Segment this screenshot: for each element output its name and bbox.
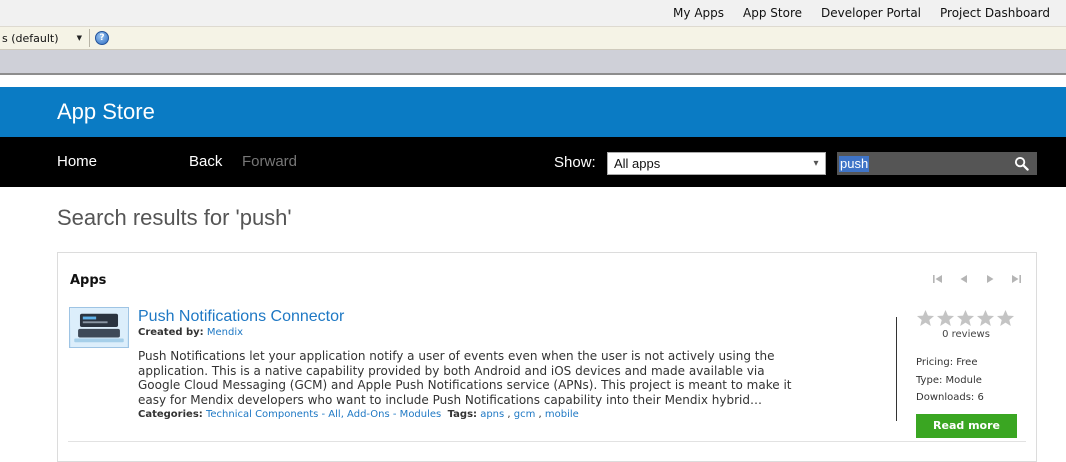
pager	[932, 273, 1022, 285]
chevron-down-icon: ▾	[813, 158, 819, 169]
apps-panel: Apps Push Notifications Connector Create…	[57, 252, 1037, 462]
created-by-label: Created by:	[138, 327, 204, 338]
downloads-value: 6	[977, 392, 984, 403]
app-side-info: 0 reviews Pricing: Free Type: Module Dow…	[916, 309, 1026, 438]
my-apps-link[interactable]: My Apps	[673, 6, 724, 20]
previous-page-icon[interactable]	[958, 273, 970, 285]
star-icon	[956, 309, 975, 327]
project-dashboard-link[interactable]: Project Dashboard	[940, 6, 1050, 20]
search-icon[interactable]	[1014, 156, 1029, 171]
rating-stars	[916, 309, 1026, 327]
star-icon	[976, 309, 995, 327]
app-description: Push Notifications let your application …	[138, 349, 792, 407]
theme-select-value: s (default)	[2, 31, 59, 45]
type-label: Type:	[916, 374, 943, 386]
categories-label: Categories:	[138, 409, 203, 420]
first-page-icon[interactable]	[932, 273, 944, 285]
browser-toolbar: s (default) ▼ ?	[0, 26, 1066, 50]
pricing-label: Pricing:	[916, 357, 954, 368]
downloads-row: Downloads: 6	[916, 389, 1026, 407]
dropdown-arrow-icon: ▼	[76, 34, 82, 42]
page-title: App Store	[57, 99, 155, 124]
top-links-bar: My Apps App Store Developer Portal Proje…	[0, 0, 1066, 26]
app-thumbnail-icon[interactable]	[69, 307, 129, 348]
pricing-value: Free	[956, 357, 978, 368]
type-value: Module	[945, 374, 982, 386]
vertical-divider	[896, 317, 897, 421]
app-store-header: App Store	[0, 87, 1066, 137]
read-more-button[interactable]: Read more	[916, 413, 1017, 438]
grey-band	[0, 50, 1066, 73]
categories-link[interactable]: Technical Components - All, Add-Ons - Mo…	[206, 409, 441, 420]
toolbar-separator	[89, 29, 90, 47]
back-link[interactable]: Back	[189, 153, 222, 170]
reviews-count: 0 reviews	[942, 329, 990, 340]
pricing-row: Pricing: Free	[916, 354, 1026, 372]
developer-portal-link[interactable]: Developer Portal	[821, 6, 921, 20]
search-value: push	[839, 155, 870, 172]
panel-title: Apps	[70, 273, 107, 288]
search-results-title: Search results for 'push'	[57, 205, 292, 230]
author-link[interactable]: Mendix	[207, 327, 243, 338]
theme-select[interactable]: s (default) ▼	[0, 28, 86, 48]
star-icon	[996, 309, 1015, 327]
app-created-by: Created by: Mendix	[138, 327, 243, 338]
app-name-link[interactable]: Push Notifications Connector	[138, 308, 344, 326]
star-icon	[936, 309, 955, 327]
show-label: Show:	[554, 154, 596, 171]
help-icon[interactable]: ?	[95, 31, 109, 45]
app-categories-tags: Categories: Technical Components - All, …	[138, 409, 579, 420]
search-input[interactable]: push	[837, 152, 1037, 175]
forward-link: Forward	[242, 153, 298, 170]
star-icon	[916, 309, 935, 327]
type-row: Type: Module	[916, 372, 1026, 390]
downloads-label: Downloads:	[916, 392, 975, 403]
app-details: Pricing: Free Type: Module Downloads: 6	[916, 354, 1026, 407]
next-page-icon[interactable]	[984, 273, 996, 285]
tag-link[interactable]: mobile	[545, 409, 579, 420]
tag-link[interactable]: apns	[480, 409, 504, 420]
row-separator	[68, 441, 1026, 442]
tags-label: Tags:	[447, 409, 478, 420]
show-select-value: All apps	[614, 156, 661, 171]
tag-link[interactable]: gcm	[514, 409, 536, 420]
app-store-link[interactable]: App Store	[743, 6, 802, 20]
home-link[interactable]: Home	[57, 153, 97, 170]
last-page-icon[interactable]	[1010, 273, 1022, 285]
divider	[0, 73, 1066, 75]
show-select[interactable]: All apps ▾	[607, 152, 826, 175]
